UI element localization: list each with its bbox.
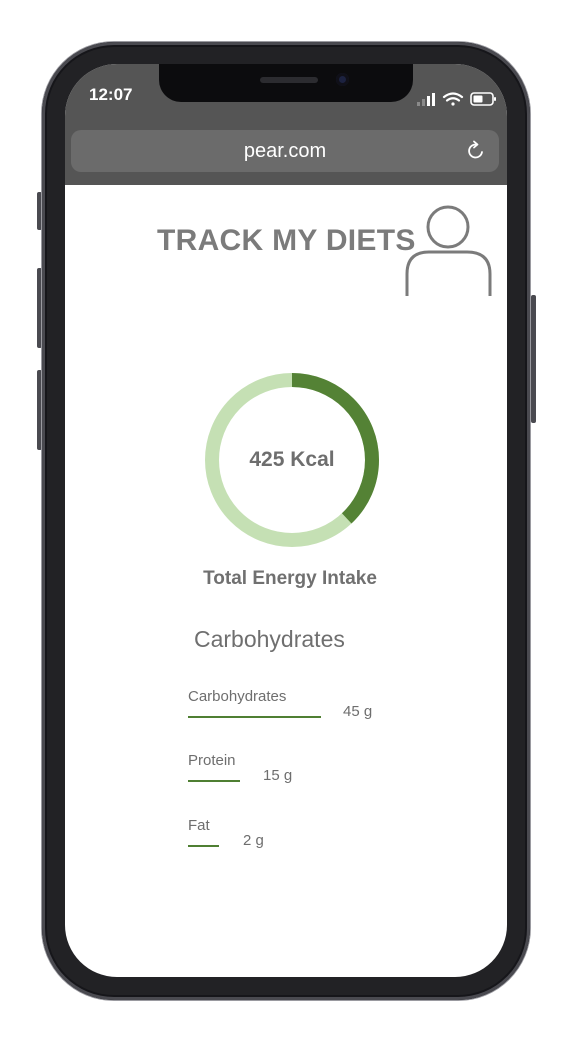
nutrient-row-carbohydrates: Carbohydrates 45 g xyxy=(188,688,448,738)
energy-caption: Total Energy Intake xyxy=(203,568,377,589)
status-time: 12:07 xyxy=(89,85,133,104)
browser-chrome: 12:07 pear.com xyxy=(65,64,507,185)
address-bar[interactable]: pear.com xyxy=(71,130,499,172)
front-camera xyxy=(336,73,349,86)
power-button xyxy=(531,295,536,423)
energy-progress-ring: 425 Kcal xyxy=(203,371,381,549)
nutrient-value: 15 g xyxy=(263,767,293,784)
battery-icon xyxy=(470,92,496,106)
wifi-icon xyxy=(442,92,464,106)
nutrient-row-fat: Fat 2 g xyxy=(188,817,448,867)
nutrient-name: Fat xyxy=(188,817,210,834)
url-text: pear.com xyxy=(243,140,327,162)
nutrient-value: 45 g xyxy=(343,703,373,720)
nutrient-row-protein: Protein 15 g xyxy=(188,752,448,802)
nutrient-name: Protein xyxy=(188,752,236,769)
status-icons xyxy=(417,92,496,106)
signal-icon xyxy=(417,93,435,106)
nutrient-value: 2 g xyxy=(243,832,264,849)
user-avatar-icon[interactable] xyxy=(405,202,495,297)
energy-value: 425 Kcal xyxy=(249,448,335,471)
nutrient-bar xyxy=(188,780,240,782)
notch xyxy=(159,64,413,102)
page-title: TRACK MY DIETS xyxy=(157,224,416,257)
nutrient-name: Carbohydrates xyxy=(188,688,287,705)
phone-screen: 12:07 pear.com TRACK MY DIETS 425 Kcal T… xyxy=(65,64,507,977)
screenshot-stage: 12:07 pear.com TRACK MY DIETS 425 Kcal T… xyxy=(0,0,575,1042)
nutrient-bar xyxy=(188,716,321,718)
reload-icon[interactable] xyxy=(465,140,487,162)
nutrition-section-heading: Carbohydrates xyxy=(194,626,345,652)
nutrient-bar xyxy=(188,845,219,847)
speaker-grille xyxy=(260,77,318,83)
